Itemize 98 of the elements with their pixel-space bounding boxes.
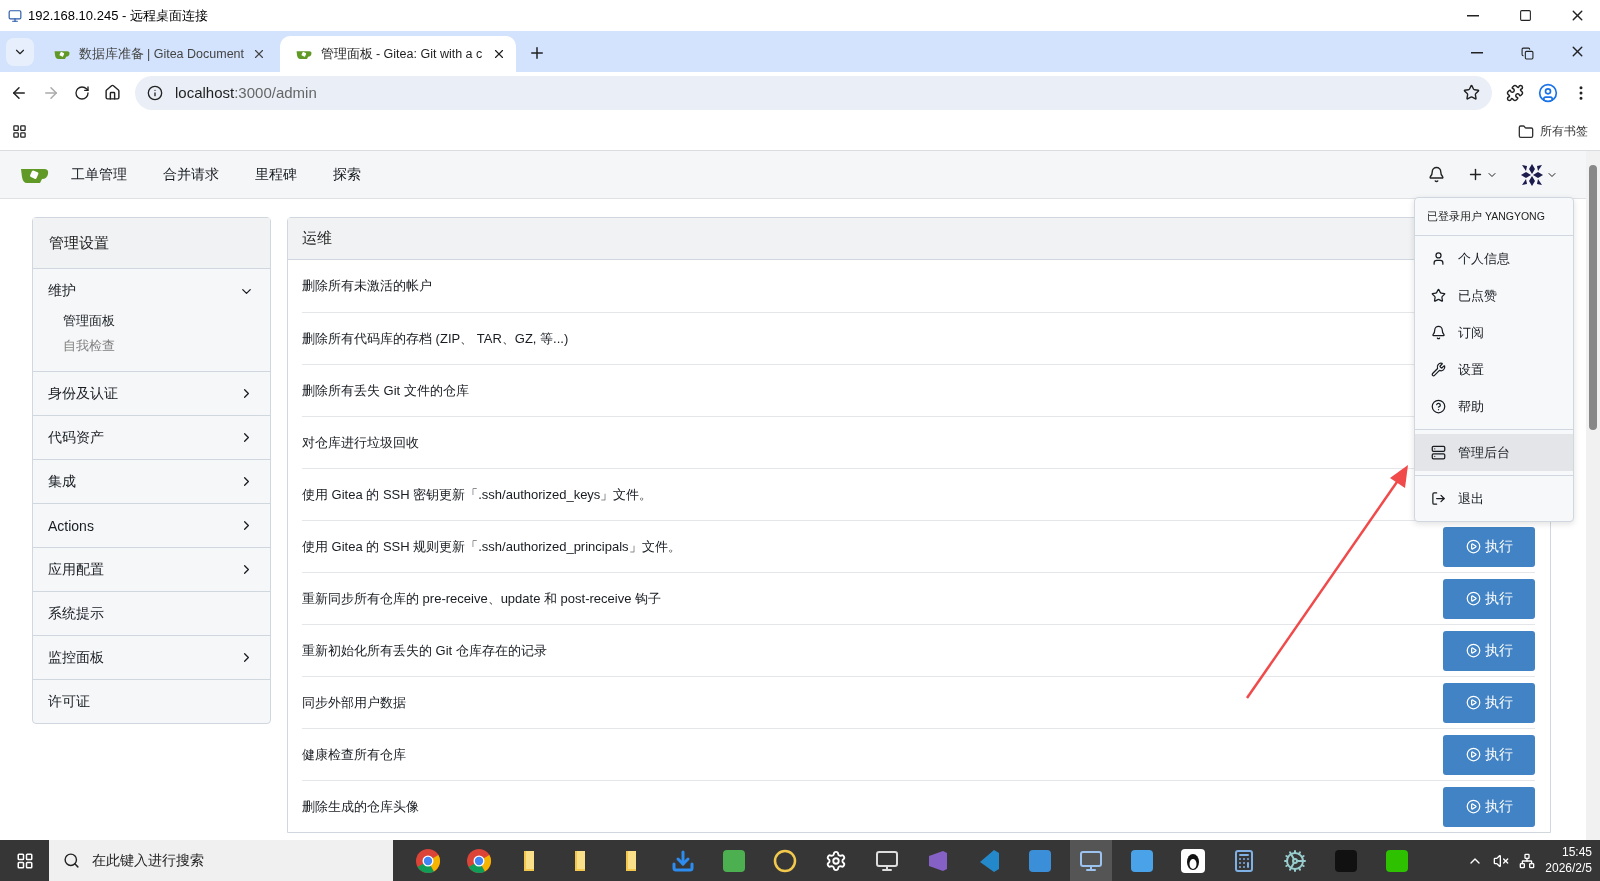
- address-bar[interactable]: localhost:3000/admin: [135, 75, 1492, 110]
- sidebar-item[interactable]: 许可证: [33, 679, 270, 723]
- home-icon[interactable]: [104, 84, 121, 101]
- sidebar-item[interactable]: 应用配置: [33, 547, 270, 591]
- bell-icon: [1431, 325, 1446, 340]
- close-icon[interactable]: [492, 47, 506, 61]
- play-icon: [1465, 643, 1481, 658]
- task-label: 删除所有代码库的存档 (ZIP、 TAR、GZ, 等...): [302, 329, 569, 348]
- restore-icon: [1520, 47, 1534, 60]
- sidebar-title: 管理设置: [33, 218, 270, 269]
- sidebar-item[interactable]: 系统提示: [33, 591, 270, 635]
- user-menu-button[interactable]: [1520, 162, 1558, 187]
- task-label: 使用 Gitea 的 SSH 规则更新「.ssh/authorized_principals」文件。: [302, 537, 681, 556]
- calculator-icon: [1232, 848, 1256, 873]
- gear-icon: [825, 849, 847, 872]
- nav-link[interactable]: 合并请求: [148, 165, 234, 184]
- chrome-icon: [466, 847, 492, 874]
- help-icon: [1431, 399, 1446, 414]
- remote-desktop-icon: [1079, 848, 1103, 873]
- folder-icon: [1518, 123, 1534, 140]
- taskbar-search-field[interactable]: 在此键入进行搜索: [49, 840, 393, 881]
- volume-muted-icon[interactable]: [1493, 852, 1510, 869]
- chrome-icon: [415, 847, 441, 874]
- sidebar-subitem[interactable]: 自我检查: [63, 338, 270, 355]
- task-label: 对仓库进行垃圾回收: [302, 433, 419, 452]
- maximize-icon: [1518, 9, 1532, 22]
- browser-tab[interactable]: 管理面板 - Gitea: Git with a c: [280, 36, 516, 72]
- bookmark-star-icon[interactable]: [1463, 84, 1480, 101]
- url-text: localhost:3000/admin: [175, 84, 318, 101]
- logout-icon: [1431, 491, 1446, 506]
- sidebar-item[interactable]: 身份及认证: [33, 371, 270, 415]
- play-icon: [1465, 799, 1481, 814]
- sidebar-item[interactable]: 代码资产: [33, 415, 270, 459]
- download-icon: [671, 848, 695, 873]
- profile-icon[interactable]: [1538, 82, 1558, 103]
- menu-item[interactable]: 个人信息: [1415, 240, 1573, 277]
- menu-item[interactable]: 设置: [1415, 351, 1573, 388]
- extensions-icon[interactable]: [1506, 83, 1524, 102]
- task-label: 使用 Gitea 的 SSH 密钥更新「.ssh/authorized_keys」文件。: [302, 485, 653, 504]
- browser-tab[interactable]: 数据库准备 | Gitea Document: [38, 36, 276, 72]
- menu-item[interactable]: 退出: [1415, 480, 1573, 517]
- sidebar-subitem[interactable]: 管理面板: [63, 313, 270, 330]
- star-icon: [1431, 288, 1446, 303]
- gitea-logo-icon: [296, 48, 313, 60]
- gears-icon: [1283, 848, 1307, 873]
- sidebar-item[interactable]: 集成: [33, 459, 270, 503]
- bookmarks-folder[interactable]: 所有书签: [1518, 123, 1588, 140]
- search-icon: [63, 852, 80, 869]
- task-label: 健康检查所有仓库: [302, 745, 406, 764]
- run-button[interactable]: 执行: [1443, 630, 1535, 671]
- menu-item[interactable]: 帮助: [1415, 388, 1573, 425]
- run-button[interactable]: 执行: [1443, 578, 1535, 619]
- minimize-icon: [1471, 52, 1483, 54]
- network-icon[interactable]: [1519, 852, 1536, 869]
- create-button[interactable]: [1467, 166, 1498, 183]
- remote-desktop-icon: [8, 8, 22, 23]
- menu-item[interactable]: 已点赞: [1415, 277, 1573, 314]
- close-icon[interactable]: [252, 47, 266, 61]
- signed-in-label: 已登录用户 YANGYONG: [1415, 198, 1573, 236]
- run-button[interactable]: 执行: [1443, 526, 1535, 567]
- task-label: 重新同步所有仓库的 pre-receive、update 和 post-receive 钩子: [302, 589, 662, 608]
- info-icon: [147, 84, 163, 101]
- run-button[interactable]: 执行: [1443, 682, 1535, 723]
- nav-link[interactable]: 探索: [318, 165, 376, 184]
- windows-logo-icon: [15, 851, 34, 870]
- play-icon: [1465, 695, 1481, 710]
- play-icon: [1465, 591, 1481, 606]
- wrench-icon: [1431, 362, 1446, 377]
- sidebar-item[interactable]: 监控面板: [33, 635, 270, 679]
- plus-icon: [1467, 166, 1484, 183]
- task-label: 重新初始化所有丢失的 Git 仓库存在的记录: [302, 641, 547, 660]
- sidebar-item[interactable]: Actions: [33, 503, 270, 547]
- clock[interactable]: 15:45 2026/2/5: [1545, 844, 1592, 877]
- window-title: 192.168.10.245 - 远程桌面连接: [28, 6, 209, 25]
- gitea-logo-icon: [54, 48, 71, 60]
- task-label: 删除所有未激活的帐户: [302, 277, 432, 295]
- server-icon: [1431, 445, 1446, 460]
- menu-item[interactable]: 订阅: [1415, 314, 1573, 351]
- play-icon: [1465, 747, 1481, 762]
- avatar-icon: [1520, 162, 1544, 187]
- minimize-icon: [1467, 14, 1479, 17]
- run-button[interactable]: 执行: [1443, 786, 1535, 827]
- nav-link[interactable]: 工单管理: [56, 165, 142, 184]
- task-label: 删除生成的仓库头像: [302, 797, 419, 816]
- user-icon: [1431, 251, 1446, 266]
- reload-icon[interactable]: [74, 84, 90, 101]
- menu-item[interactable]: 管理后台: [1415, 434, 1573, 471]
- nav-link[interactable]: 里程碑: [240, 165, 312, 184]
- plus-icon: [528, 44, 546, 62]
- run-button[interactable]: 执行: [1443, 734, 1535, 775]
- notifications-icon[interactable]: [1428, 166, 1445, 183]
- task-label: 同步外部用户数据: [302, 693, 406, 712]
- play-icon: [1465, 539, 1481, 554]
- apps-icon[interactable]: [12, 124, 27, 139]
- task-label: 删除所有丢失 Git 文件的仓库: [302, 381, 469, 400]
- monitor-icon: [875, 848, 899, 873]
- sidebar-item[interactable]: 维护: [33, 269, 270, 313]
- new-tab-button[interactable]: [528, 44, 546, 62]
